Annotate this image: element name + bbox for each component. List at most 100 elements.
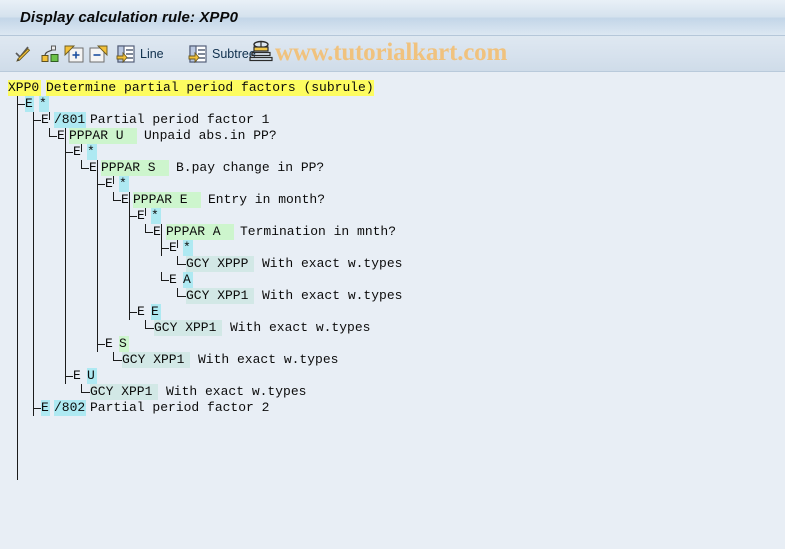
subtree-list-icon bbox=[188, 44, 208, 64]
tree-connector-stem bbox=[177, 288, 178, 297]
tree-row-801-cell-0: E bbox=[41, 112, 49, 127]
tree-row-gcy-xpp1-s-cell-1: With exact w.types bbox=[198, 352, 339, 367]
collapse-icon[interactable] bbox=[86, 40, 110, 68]
tree-connector-elbow bbox=[145, 328, 154, 329]
tree-connector-elbow bbox=[129, 216, 137, 217]
tree-connector-elbow bbox=[97, 184, 105, 185]
tree-row-star-3-cell-1: * bbox=[119, 176, 129, 192]
tree-row-star-2-cell-1: * bbox=[87, 144, 97, 160]
line-list-icon bbox=[116, 44, 136, 64]
tree-row-gcy-xppp-cell-1: With exact w.types bbox=[262, 256, 403, 271]
sap-display-calculation-rule-window: Display calculation rule: XPP0 Line Subt… bbox=[0, 0, 785, 549]
tree-row-branch-u-cell-1: U bbox=[87, 368, 97, 384]
tree-connector-stem bbox=[129, 304, 130, 313]
copy-node-icon[interactable] bbox=[38, 40, 62, 68]
tree-connector-stem bbox=[65, 368, 66, 377]
tree-connector-elbow bbox=[65, 376, 73, 377]
tree-row-star-1-cell-0: E bbox=[25, 96, 34, 112]
tree-connector-stem bbox=[113, 352, 114, 361]
tree-row-star-1-cell-1: * bbox=[39, 96, 49, 112]
tree-row-801-cell-2: Partial period factor 1 bbox=[90, 112, 270, 127]
tree-row-branch-e-cell-0: E bbox=[137, 304, 145, 319]
tree-row-root-cell-0: XPP0 bbox=[8, 80, 41, 96]
tree-row-pppar-a-cell-1: PPPAR A bbox=[166, 224, 234, 240]
tree-connector-stem bbox=[177, 256, 178, 265]
tree-connector-vertical bbox=[97, 160, 98, 352]
tree-connector-elbow bbox=[49, 136, 57, 137]
expand-icon[interactable] bbox=[62, 40, 86, 68]
tree-row-star-5-cell-1: * bbox=[183, 240, 193, 256]
tree-connector-stem bbox=[113, 192, 114, 201]
check-pencil-icon bbox=[14, 44, 34, 64]
tree-connector-stem bbox=[49, 128, 50, 137]
calculation-rule-tree[interactable]: XPP0 Determine partial period factors (su… bbox=[0, 72, 785, 549]
collapse-minus-icon bbox=[88, 44, 108, 64]
tree-row-gcy-xpp1-a-cell-0: GCY XPP1 bbox=[186, 288, 254, 304]
tree-row-branch-e-cell-1: E bbox=[151, 304, 161, 320]
tree-row-pppar-s-cell-2: B.pay change in PP? bbox=[176, 160, 325, 175]
tree-row-pppar-s-cell-1: PPPAR S bbox=[101, 160, 169, 176]
tree-row-branch-s-cell-0: E bbox=[105, 336, 113, 351]
tree-connector-elbow bbox=[97, 344, 105, 345]
tree-row-pppar-u-cell-2: Unpaid abs.in PP? bbox=[144, 128, 277, 143]
tree-connector-vertical bbox=[33, 96, 34, 416]
tree-row-gcy-xppp-cell-0: GCY XPPP bbox=[186, 256, 254, 272]
check-pencil-icon[interactable] bbox=[12, 40, 36, 68]
tree-row-branch-u-cell-0: E bbox=[73, 368, 81, 383]
tree-row-star-4-cell-0: E bbox=[137, 208, 145, 223]
tree-row-gcy-xpp1-u-cell-0: GCY XPP1 bbox=[90, 384, 158, 400]
subtree-button-label: Subtree bbox=[212, 47, 256, 61]
tree-row-gcy-xpp1-e-cell-0: GCY XPP1 bbox=[154, 320, 222, 336]
tree-connector-elbow bbox=[177, 296, 186, 297]
tree-connector-elbow bbox=[113, 200, 121, 201]
tree-row-star-3-cell-0: E bbox=[105, 176, 113, 191]
tree-connector-elbow bbox=[129, 312, 137, 313]
tree-connector-stem bbox=[33, 400, 34, 409]
tree-row-802-cell-1: /802 bbox=[54, 400, 86, 416]
tree-row-pppar-u-cell-0: E bbox=[57, 128, 65, 143]
tree-row-pppar-e-cell-1: PPPAR E bbox=[133, 192, 201, 208]
tree-connector-elbow bbox=[33, 120, 41, 121]
tree-row-802-cell-2: Partial period factor 2 bbox=[90, 400, 270, 415]
tree-row-pppar-s-cell-0: E bbox=[89, 160, 97, 175]
tree-row-pppar-a-cell-0: E bbox=[153, 224, 161, 239]
tree-connector-elbow bbox=[81, 168, 89, 169]
window-title-bar: Display calculation rule: XPP0 bbox=[0, 0, 785, 36]
tree-connector-vertical bbox=[65, 128, 66, 384]
tree-row-gcy-xpp1-e-cell-1: With exact w.types bbox=[230, 320, 371, 335]
tree-connector-elbow bbox=[65, 152, 73, 153]
tree-row-star-2-cell-0: E bbox=[73, 144, 81, 159]
line-button-label: Line bbox=[140, 47, 164, 61]
tree-row-802-cell-0: E bbox=[41, 400, 50, 416]
tree-row-star-4-cell-1: * bbox=[151, 208, 161, 224]
tree-connector-stem bbox=[161, 272, 162, 281]
tree-row-root-cell-1: Determine partial period factors (subrul… bbox=[46, 80, 374, 96]
tree-connector-stem bbox=[97, 336, 98, 345]
tree-row-branch-a-cell-0: E bbox=[169, 272, 177, 287]
tree-row-branch-a-cell-1: A bbox=[183, 272, 193, 288]
tree-row-branch-s-cell-1: S bbox=[119, 336, 129, 352]
tree-connector-elbow bbox=[17, 104, 25, 105]
tree-connector-vertical bbox=[129, 192, 130, 320]
tree-connector-stem bbox=[145, 320, 146, 329]
copy-node-icon bbox=[40, 44, 60, 64]
tree-connector-stem bbox=[17, 96, 18, 105]
tree-connector-stem bbox=[81, 160, 82, 169]
tree-connector-elbow bbox=[113, 360, 122, 361]
tree-connector-stem bbox=[145, 224, 146, 233]
tree-row-gcy-xpp1-s-cell-0: GCY XPP1 bbox=[122, 352, 190, 368]
tree-connector-vertical bbox=[17, 80, 18, 480]
tree-row-801-cell-1: /801 bbox=[54, 112, 86, 128]
tree-row-pppar-e-cell-2: Entry in month? bbox=[208, 192, 326, 207]
tree-connector-elbow bbox=[161, 248, 169, 249]
tree-connector-stem bbox=[81, 384, 82, 393]
tree-row-pppar-a-cell-2: Termination in mnth? bbox=[240, 224, 397, 239]
tree-connector-elbow bbox=[81, 392, 90, 393]
subtree-button[interactable]: Subtree bbox=[186, 40, 258, 68]
tree-connector-elbow bbox=[177, 264, 186, 265]
line-button[interactable]: Line bbox=[114, 40, 166, 68]
tree-row-star-5-cell-0: E bbox=[169, 240, 177, 255]
tree-connector-elbow bbox=[33, 408, 41, 409]
tree-connector-elbow bbox=[161, 280, 169, 281]
page-title: Display calculation rule: XPP0 bbox=[20, 9, 239, 26]
